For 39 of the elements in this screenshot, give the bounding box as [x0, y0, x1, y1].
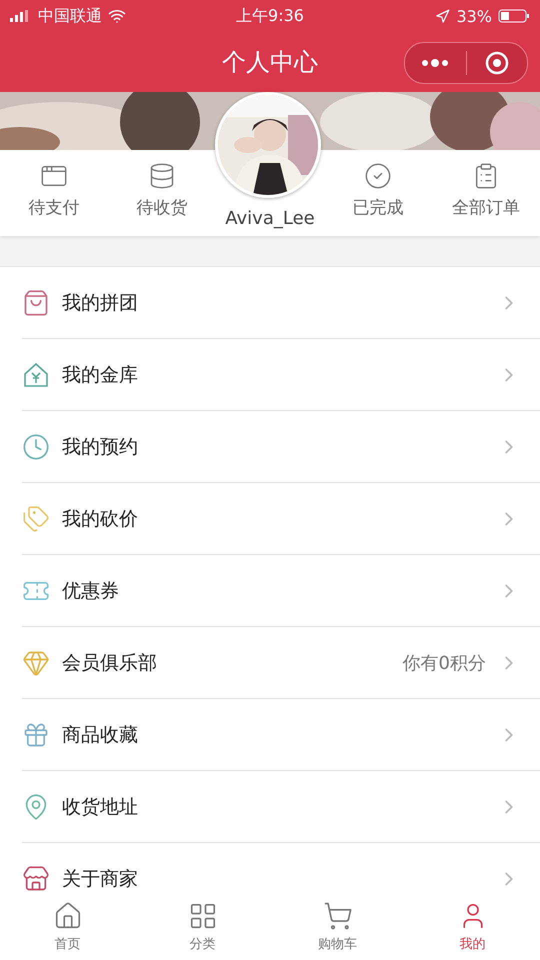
menu-item[interactable]: 我的预约 — [22, 411, 540, 483]
page-title: 个人中心 — [222, 47, 318, 78]
menu-label: 关于商家 — [62, 866, 139, 892]
order-status-button[interactable]: 全部订单 — [432, 150, 540, 230]
menu-label: 我的拼团 — [62, 290, 139, 316]
menu-label: 优惠券 — [62, 578, 120, 604]
menu-item[interactable]: 会员俱乐部 你有0积分 — [22, 627, 540, 699]
battery-icon — [498, 9, 530, 23]
battery-level: 33% — [456, 6, 492, 26]
order-status-button[interactable]: 待支付 — [0, 150, 108, 230]
carrier-name: 中国联通 — [38, 6, 102, 26]
menu-item[interactable]: 我的金库 — [22, 339, 540, 411]
location-icon — [435, 8, 450, 24]
menu-item[interactable]: 商品收藏 — [22, 699, 540, 771]
target-icon — [484, 50, 510, 76]
menu-label: 我的砍价 — [62, 506, 139, 532]
tab-button[interactable]: 我的 — [405, 894, 540, 960]
cart-icon — [322, 901, 352, 931]
menu-item[interactable]: 优惠券 — [22, 555, 540, 627]
menu-label: 我的金库 — [62, 362, 139, 388]
wifi-icon — [108, 7, 126, 25]
status-time: 上午9:36 — [236, 6, 304, 26]
tab-button[interactable]: 首页 — [0, 894, 135, 960]
menu-label: 会员俱乐部 — [62, 650, 158, 676]
menu-item[interactable]: 我的拼团 — [22, 267, 540, 339]
menu-label: 我的预约 — [62, 434, 139, 460]
points-text: 你有0积分 — [402, 652, 486, 674]
more-icon — [420, 58, 450, 68]
tab-button[interactable]: 购物车 — [270, 894, 405, 960]
username: Aviva_Lee — [224, 208, 316, 229]
tab-button[interactable]: 分类 — [135, 894, 270, 960]
menu-label: 收货地址 — [62, 794, 139, 820]
order-status-button[interactable]: 待收货 — [108, 150, 216, 230]
database-icon — [148, 162, 176, 190]
menu-item[interactable]: 我的砍价 — [22, 483, 540, 555]
menu-item[interactable]: 收货地址 — [22, 771, 540, 843]
order-status-button[interactable]: 已完成 — [324, 150, 432, 230]
menu-label: 商品收藏 — [62, 722, 139, 748]
check-circle-icon — [364, 162, 392, 190]
